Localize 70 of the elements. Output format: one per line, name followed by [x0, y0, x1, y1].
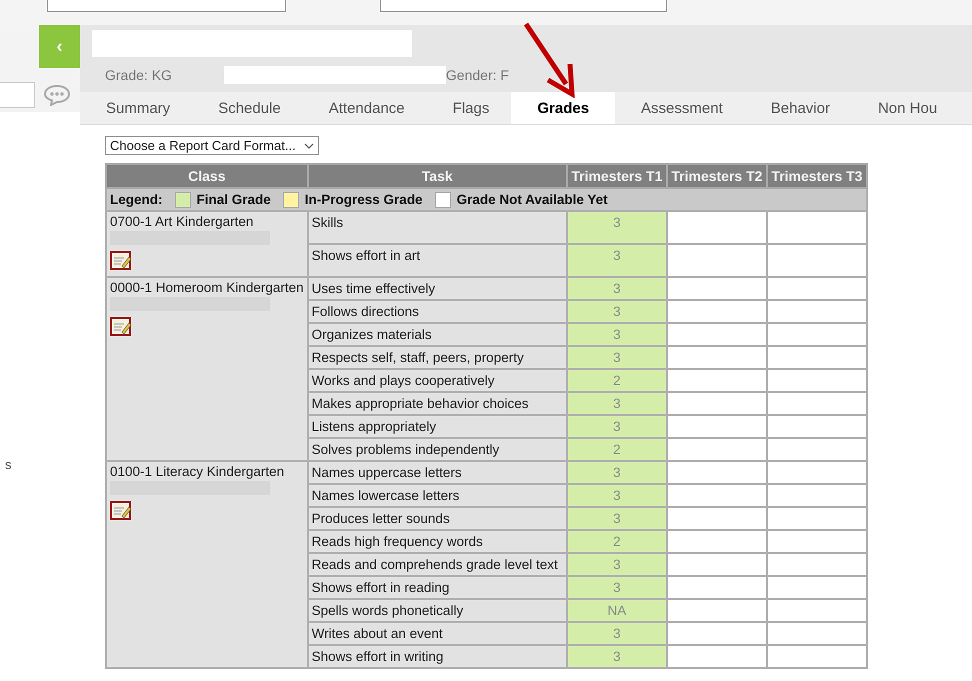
task-cell: Listens appropriately — [308, 415, 567, 438]
search-field[interactable] — [0, 82, 35, 108]
task-cell: Shows effort in reading — [308, 576, 567, 599]
task-cell: Uses time effectively — [308, 277, 567, 300]
column-header: Trimesters T3 — [766, 164, 867, 188]
tab[interactable]: Non Hou — [852, 92, 960, 124]
task-cell: Makes appropriate behavior choices — [308, 392, 567, 415]
legend-label: Legend: — [110, 192, 162, 207]
grade-cell: 3 — [566, 576, 667, 599]
grade-cell: 3 — [566, 346, 667, 369]
task-cell: Follows directions — [308, 300, 567, 323]
report-format-dropdown[interactable]: Choose a Report Card Format... — [105, 136, 319, 155]
task-cell: Skills — [308, 211, 567, 244]
grade-cell: 3 — [566, 645, 667, 668]
grade-cell: 3 — [566, 484, 667, 507]
task-cell: Names uppercase letters — [308, 461, 567, 484]
legend-text: Grade Not Available Yet — [456, 192, 608, 207]
task-cell: Produces letter sounds — [308, 507, 567, 530]
task-cell: Reads and comprehends grade level text — [308, 553, 567, 576]
column-header: Trimesters T2 — [666, 164, 767, 188]
grade-cell: 3 — [566, 392, 667, 415]
tab[interactable]: Behavior — [744, 92, 852, 124]
task-cell: Shows effort in art — [308, 244, 567, 277]
chat-icon[interactable] — [43, 84, 71, 106]
grade-cell: 3 — [566, 300, 667, 323]
task-cell: Names lowercase letters — [308, 484, 567, 507]
grade-cell: 3 — [566, 277, 667, 300]
class-name: 0100-1 Literacy Kindergarten — [110, 464, 286, 479]
notebook-icon[interactable] — [110, 501, 132, 520]
chevron-icon — [304, 142, 314, 148]
task-cell: Works and plays cooperatively — [308, 369, 567, 392]
tab[interactable]: Summary — [80, 92, 192, 124]
notebook-icon[interactable] — [110, 317, 132, 336]
column-header: Trimesters T1 — [566, 164, 667, 188]
tab[interactable]: Assessment — [615, 92, 745, 124]
grade-cell: 3 — [566, 507, 667, 530]
input-field[interactable] — [380, 0, 667, 12]
grade-label: Grade: KG — [105, 67, 172, 83]
legend-text: In-Progress Grade — [304, 192, 423, 207]
tab[interactable]: Grades — [511, 92, 616, 124]
sidebar-text: s — [5, 457, 12, 472]
grade-cell: 3 — [566, 553, 667, 576]
task-cell: Organizes materials — [308, 323, 567, 346]
grade-cell: 2 — [566, 530, 667, 553]
column-header: Task — [308, 164, 567, 188]
grade-cell: 3 — [566, 211, 667, 244]
legend-text: Final Grade — [196, 192, 271, 207]
task-cell: Shows effort in writing — [308, 645, 567, 668]
grade-cell: 3 — [566, 461, 667, 484]
tab[interactable]: Schedule — [192, 92, 303, 124]
grade-cell: 2 — [566, 438, 667, 461]
grade-cell: 3 — [566, 323, 667, 346]
task-cell: Writes about an event — [308, 622, 567, 645]
class-name: 0000-1 Homeroom Kindergarten — [110, 280, 304, 295]
class-name: 0700-1 Art Kindergarten — [110, 214, 254, 229]
grade-cell: 3 — [566, 244, 667, 277]
grade-cell: 3 — [566, 622, 667, 645]
grade-cell: NA — [566, 599, 667, 622]
tab[interactable]: Flags — [426, 92, 512, 124]
task-cell: Spells words phonetically — [308, 599, 567, 622]
grade-cell: 2 — [566, 369, 667, 392]
task-cell: Respects self, staff, peers, property — [308, 346, 567, 369]
column-header: Class — [106, 164, 308, 188]
tab[interactable]: Attendance — [302, 92, 427, 124]
grade-cell: 3 — [566, 415, 667, 438]
gender-label: Gender: F — [446, 67, 509, 83]
task-cell: Reads high frequency words — [308, 530, 567, 553]
input-field[interactable] — [47, 0, 286, 12]
task-cell: Solves problems independently — [308, 438, 567, 461]
notebook-icon[interactable] — [110, 251, 132, 270]
